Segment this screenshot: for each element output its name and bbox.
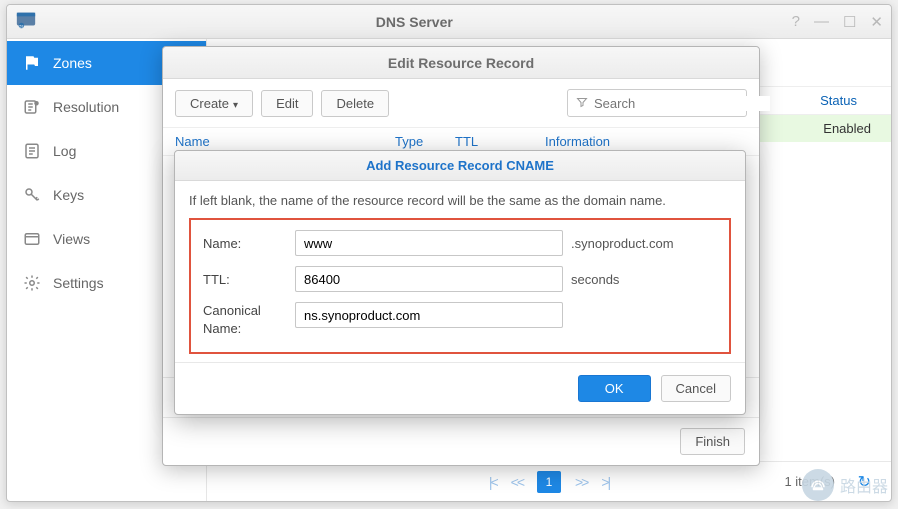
pager-next-icon[interactable]: >> [575, 474, 587, 490]
domain-suffix: .synoproduct.com [571, 236, 674, 251]
label-name: Name: [203, 236, 295, 251]
sidebar-item-label: Views [53, 231, 90, 247]
watermark: 路由器 [802, 469, 888, 501]
label-ttl: TTL: [203, 272, 295, 287]
pager-prev-icon[interactable]: << [511, 474, 523, 490]
cancel-button[interactable]: Cancel [661, 375, 731, 402]
column-type[interactable]: Type [395, 134, 455, 149]
key-icon [23, 186, 41, 204]
sidebar-item-label: Zones [53, 55, 92, 71]
edit-record-button[interactable]: Edit [261, 90, 313, 117]
window-title: DNS Server [37, 14, 792, 30]
pager-current-page[interactable]: 1 [537, 471, 561, 493]
maximize-icon[interactable]: ☐ [843, 13, 856, 31]
sidebar-item-label: Keys [53, 187, 84, 203]
search-input[interactable] [594, 96, 770, 111]
svg-text:53: 53 [19, 24, 23, 28]
create-record-button[interactable]: Create▾ [175, 90, 253, 117]
gear-icon [23, 274, 41, 292]
sidebar-item-label: Resolution [53, 99, 119, 115]
chevron-down-icon: ▾ [233, 100, 238, 111]
resolution-icon [23, 98, 41, 116]
minimize-icon[interactable]: — [814, 13, 829, 31]
sidebar-item-label: Log [53, 143, 76, 159]
titlebar: 53 DNS Server ? — ☐ ✕ [7, 5, 891, 39]
pager-first-icon[interactable]: |< [489, 474, 497, 490]
canonical-name-input[interactable] [295, 302, 563, 328]
name-input[interactable] [295, 230, 563, 256]
app-icon: 53 [15, 9, 37, 34]
column-ttl[interactable]: TTL [455, 134, 545, 149]
label-canonical: Canonical Name: [203, 302, 295, 338]
ttl-input[interactable] [295, 266, 563, 292]
filter-icon [576, 96, 588, 111]
delete-record-button[interactable]: Delete [321, 90, 389, 117]
dialog-title: Edit Resource Record [163, 47, 759, 79]
records-toolbar: Create▾ Edit Delete [163, 79, 759, 127]
zone-status-value: Enabled [823, 121, 871, 136]
sidebar-item-label: Settings [53, 275, 104, 291]
records-footer: Finish [163, 417, 759, 465]
help-icon[interactable]: ? [792, 13, 800, 31]
window-controls: ? — ☐ ✕ [792, 13, 883, 31]
column-name[interactable]: Name [175, 134, 395, 149]
dialog-title: Add Resource Record CNAME [175, 151, 745, 181]
router-icon [802, 469, 834, 501]
flag-icon [23, 54, 41, 72]
column-information[interactable]: Information [545, 134, 747, 149]
hint-text: If left blank, the name of the resource … [189, 193, 731, 208]
ok-button[interactable]: OK [578, 375, 651, 402]
finish-button[interactable]: Finish [680, 428, 745, 455]
pager-last-icon[interactable]: >| [601, 474, 609, 490]
add-cname-dialog: Add Resource Record CNAME If left blank,… [174, 150, 746, 415]
form-highlight: Name: .synoproduct.com TTL: seconds Cano… [189, 218, 731, 354]
search-field[interactable] [567, 89, 747, 117]
views-icon [23, 230, 41, 248]
ttl-unit: seconds [571, 272, 619, 287]
cname-footer: OK Cancel [175, 362, 745, 414]
watermark-text: 路由器 [840, 473, 888, 497]
main-pager: |< << 1 >> >| 1 item(s) ↻ [207, 461, 891, 501]
close-icon[interactable]: ✕ [870, 13, 883, 31]
log-icon [23, 142, 41, 160]
